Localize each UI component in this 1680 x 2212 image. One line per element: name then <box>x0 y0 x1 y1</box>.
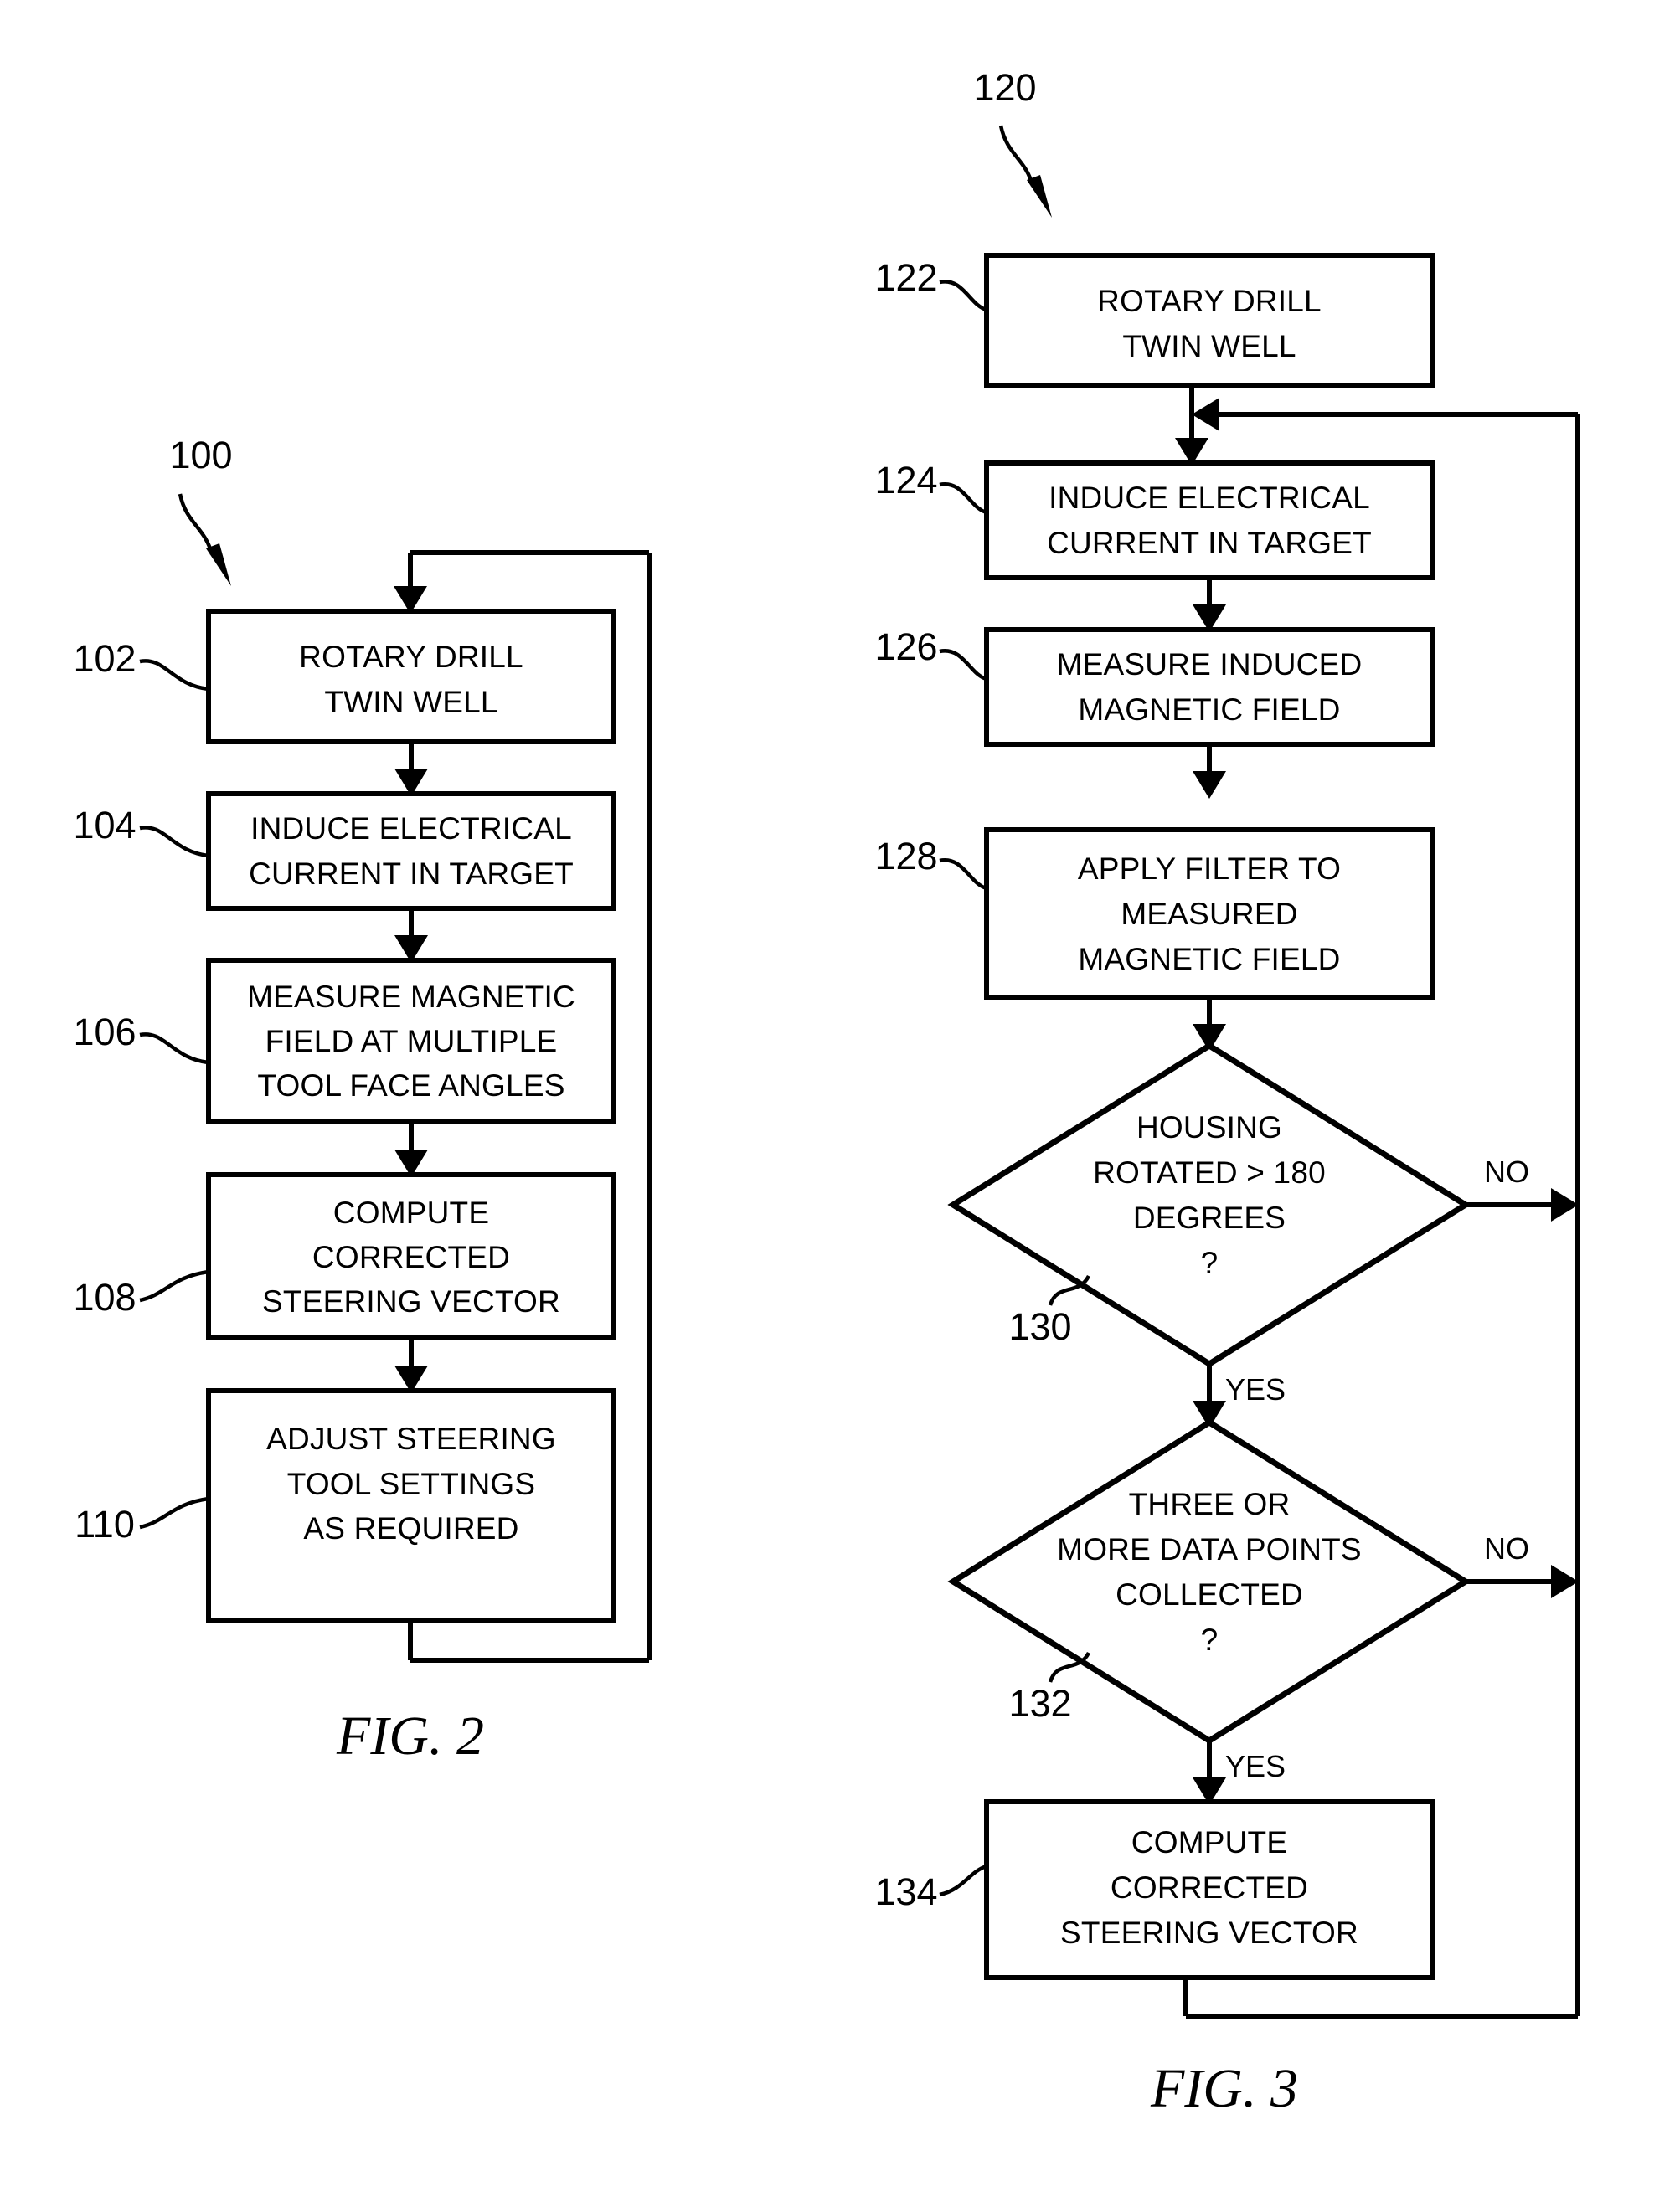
leader-line-126 <box>939 649 987 682</box>
flowchart-canvas: 100 ROTARY DRILL TWIN WELL 102 INDUCE EL… <box>73 66 1580 2119</box>
ref-numeral-100: 100 <box>169 434 232 476</box>
process-box-126-line-2: MAGNETIC FIELD <box>1078 692 1340 727</box>
ref-numeral-128: 128 <box>874 835 937 877</box>
figure-3-group: 120 ROTARY DRILL TWIN WELL 122 INDUCE EL… <box>874 66 1580 2119</box>
process-box-128-line-1: APPLY FILTER TO <box>1078 851 1341 886</box>
ref-numeral-122: 122 <box>874 256 937 299</box>
process-box-134-line-2: CORRECTED <box>1111 1870 1308 1905</box>
leader-line-106 <box>139 1032 209 1065</box>
leader-line-128 <box>939 858 987 891</box>
decision-130-line-4: ? <box>1201 1246 1219 1280</box>
patent-drawing-sheet: 100 ROTARY DRILL TWIN WELL 102 INDUCE EL… <box>0 0 1680 2212</box>
arrow-feedback-into-124 <box>1192 398 1219 431</box>
ref-numeral-126: 126 <box>874 625 937 668</box>
process-box-110-line-2: TOOL SETTINGS <box>287 1467 536 1501</box>
process-box-102 <box>206 609 616 744</box>
ref-numeral-132: 132 <box>1008 1682 1071 1725</box>
process-box-134-line-1: COMPUTE <box>1131 1825 1287 1860</box>
process-box-122-line-1: ROTARY DRILL <box>1097 284 1322 318</box>
leader-line-100 <box>178 493 214 555</box>
decision-130-line-2: ROTATED > 180 <box>1093 1155 1326 1190</box>
process-box-102-line-1: ROTARY DRILL <box>299 640 523 674</box>
ref-numeral-124: 124 <box>874 459 937 502</box>
ref-numeral-108: 108 <box>73 1276 136 1319</box>
process-box-134-line-3: STEERING VECTOR <box>1060 1916 1358 1950</box>
arrow-130-no <box>1551 1188 1579 1222</box>
process-box-106-line-1: MEASURE MAGNETIC <box>247 980 575 1014</box>
decision-132-line-4: ? <box>1201 1623 1219 1657</box>
process-box-104-line-2: CURRENT IN TARGET <box>249 857 574 891</box>
process-box-104-line-1: INDUCE ELECTRICAL <box>250 811 572 846</box>
process-box-108-line-1: COMPUTE <box>333 1196 489 1230</box>
arrow-132-no <box>1551 1565 1579 1598</box>
decision-132-line-3: COLLECTED <box>1116 1577 1303 1612</box>
arrow-120 <box>1027 175 1052 218</box>
ref-numeral-120: 120 <box>973 66 1036 109</box>
branch-label-130-no: NO <box>1484 1155 1529 1189</box>
decision-130-line-3: DEGREES <box>1133 1201 1286 1235</box>
leader-line-124 <box>939 482 987 515</box>
ref-numeral-102: 102 <box>73 637 136 680</box>
leader-line-134 <box>939 1864 987 1897</box>
process-box-102-line-2: TWIN WELL <box>324 685 497 719</box>
branch-label-130-yes: YES <box>1225 1372 1286 1407</box>
figure-2-caption: FIG. 2 <box>336 1705 484 1767</box>
branch-label-132-yes: YES <box>1225 1749 1286 1783</box>
leader-line-108 <box>139 1269 209 1303</box>
process-box-110-line-3: AS REQUIRED <box>303 1511 518 1546</box>
leader-line-110 <box>139 1496 209 1530</box>
process-box-124-line-2: CURRENT IN TARGET <box>1047 526 1372 560</box>
ref-numeral-106: 106 <box>73 1011 136 1053</box>
ref-numeral-130: 130 <box>1008 1305 1071 1348</box>
leader-line-104 <box>139 826 209 858</box>
ref-numeral-134: 134 <box>874 1870 937 1913</box>
process-box-126-line-1: MEASURE INDUCED <box>1057 647 1363 682</box>
branch-label-132-no: NO <box>1484 1531 1529 1566</box>
process-box-124-line-1: INDUCE ELECTRICAL <box>1049 481 1370 515</box>
process-box-108-line-3: STEERING VECTOR <box>262 1284 560 1319</box>
arrow-126-128 <box>1193 771 1226 799</box>
process-box-128-line-2: MEASURED <box>1121 897 1297 931</box>
decision-130-line-1: HOUSING <box>1136 1110 1282 1145</box>
figure-3-caption: FIG. 3 <box>1150 2058 1298 2119</box>
leader-line-102 <box>139 659 209 692</box>
ref-numeral-104: 104 <box>73 804 136 846</box>
process-box-106-line-3: TOOL FACE ANGLES <box>257 1068 564 1103</box>
leader-line-122 <box>939 280 987 312</box>
decision-132-line-2: MORE DATA POINTS <box>1057 1532 1362 1566</box>
process-box-128-line-3: MAGNETIC FIELD <box>1078 942 1340 976</box>
process-box-122-line-2: TWIN WELL <box>1122 329 1296 363</box>
leader-line-120 <box>998 125 1035 187</box>
process-box-122 <box>984 253 1435 388</box>
process-box-106-line-2: FIELD AT MULTIPLE <box>265 1024 558 1058</box>
process-box-110-line-1: ADJUST STEERING <box>266 1422 556 1456</box>
process-box-108-line-2: CORRECTED <box>312 1240 510 1274</box>
figure-2-group: 100 ROTARY DRILL TWIN WELL 102 INDUCE EL… <box>73 434 652 1767</box>
ref-numeral-110: 110 <box>75 1503 135 1546</box>
arrow-100 <box>206 543 231 586</box>
decision-132-line-1: THREE OR <box>1129 1487 1291 1521</box>
